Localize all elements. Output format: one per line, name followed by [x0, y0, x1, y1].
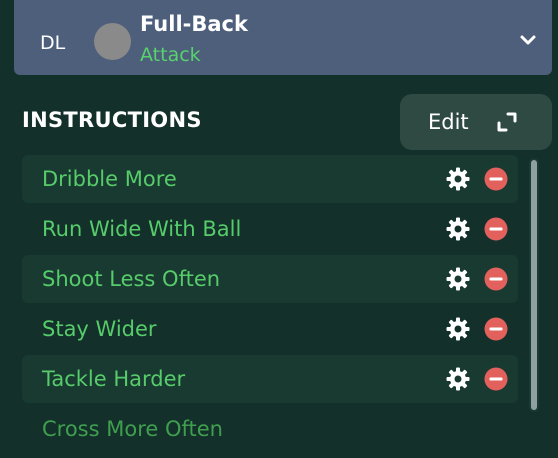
gear-icon[interactable] — [446, 167, 470, 191]
instruction-label: Stay Wider — [42, 317, 157, 341]
remove-icon[interactable] — [484, 367, 508, 391]
chevron-down-icon[interactable] — [518, 30, 538, 50]
instruction-row[interactable]: Tackle Harder — [22, 355, 518, 403]
role-name: Full-Back — [140, 12, 248, 36]
gear-icon[interactable] — [446, 267, 470, 291]
instruction-row[interactable]: Stay Wider — [22, 305, 518, 353]
gear-icon[interactable] — [446, 367, 470, 391]
scrollbar[interactable] — [529, 158, 539, 412]
instruction-row[interactable]: Run Wide With Ball — [22, 205, 518, 253]
instruction-label: Dribble More — [42, 167, 177, 191]
remove-icon[interactable] — [484, 317, 508, 341]
instruction-row[interactable]: Shoot Less Often — [22, 255, 518, 303]
gear-icon[interactable] — [446, 317, 470, 341]
section-title: INSTRUCTIONS — [22, 108, 202, 132]
instruction-label: Cross More Often — [42, 417, 223, 441]
instruction-label: Tackle Harder — [42, 367, 186, 391]
instruction-label: Shoot Less Often — [42, 267, 221, 291]
expand-icon — [497, 112, 517, 132]
remove-icon[interactable] — [484, 267, 508, 291]
avatar — [94, 23, 131, 60]
instruction-row[interactable]: Dribble More — [22, 155, 518, 203]
gear-icon[interactable] — [446, 217, 470, 241]
edit-button[interactable]: Edit — [400, 94, 552, 150]
duty-name: Attack — [140, 44, 201, 66]
edit-label: Edit — [428, 110, 469, 134]
instruction-row[interactable]: Cross More Often — [22, 405, 518, 453]
player-instructions-panel: DL Full-Back Attack INSTRUCTIONS Edit Dr… — [0, 0, 558, 458]
scrollbar-thumb[interactable] — [531, 160, 537, 410]
remove-icon[interactable] — [484, 217, 508, 241]
instruction-list: Dribble More Run Wide With Ball Shoot Le… — [22, 155, 518, 458]
role-selector[interactable]: DL Full-Back Attack — [14, 0, 552, 75]
instruction-label: Run Wide With Ball — [42, 217, 242, 241]
position-code: DL — [40, 32, 66, 54]
remove-icon[interactable] — [484, 167, 508, 191]
